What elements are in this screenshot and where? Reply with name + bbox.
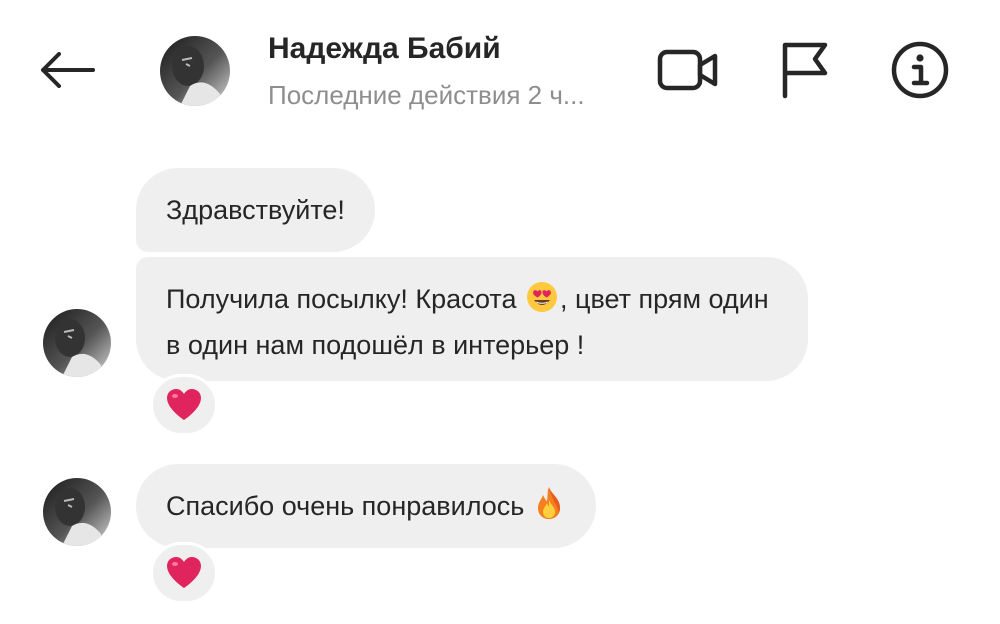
chat-header: Надежда Бабий Последние действия 2 ч...	[0, 0, 1000, 140]
sender-avatar[interactable]	[43, 478, 111, 546]
contact-name[interactable]: Надежда Бабий	[268, 32, 501, 66]
report-button[interactable]	[772, 38, 836, 102]
activity-status: Последние действия 2 ч...	[268, 80, 585, 110]
red-heart-icon	[167, 389, 201, 420]
smiling-face-with-heart-eyes-icon	[526, 281, 558, 325]
contact-avatar[interactable]	[160, 36, 230, 106]
reaction-badge[interactable]	[150, 542, 218, 604]
back-button[interactable]	[36, 44, 98, 96]
fire-icon	[534, 486, 564, 532]
message-text: Получила посылку! Красота	[166, 284, 524, 314]
message-text: Спасибо очень понравилось	[166, 491, 532, 521]
video-call-button[interactable]	[656, 38, 720, 102]
info-icon	[891, 41, 949, 99]
flag-icon	[782, 42, 828, 99]
sender-avatar[interactable]	[43, 309, 111, 377]
info-button[interactable]	[888, 38, 952, 102]
video-camera-icon	[657, 49, 718, 91]
message-text: Здравствуйте!	[166, 195, 345, 225]
message-bubble[interactable]: Спасибо очень понравилось	[136, 464, 596, 548]
arrow-left-icon	[41, 52, 95, 88]
message-bubble[interactable]: Получила посылку! Красота , цвет прям од…	[136, 257, 808, 381]
red-heart-icon	[167, 557, 201, 588]
message-bubble[interactable]: Здравствуйте!	[136, 168, 375, 252]
reaction-badge[interactable]	[150, 374, 218, 436]
